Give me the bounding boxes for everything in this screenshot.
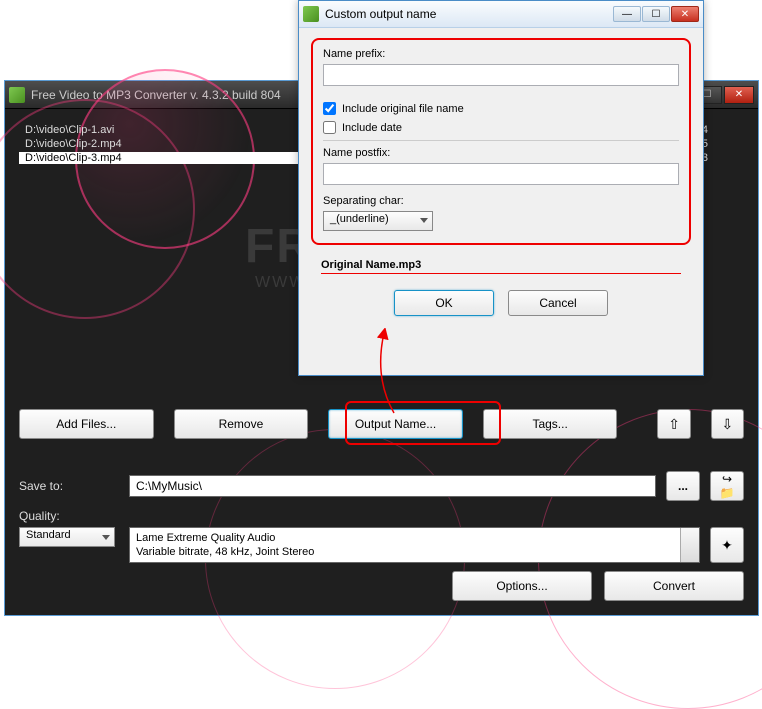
quality-select[interactable]: Standard (19, 527, 115, 547)
include-date-label: Include date (342, 122, 402, 134)
dialog-titlebar[interactable]: Custom output name — ☐ ✕ (299, 1, 703, 28)
ok-button[interactable]: OK (394, 290, 494, 316)
browse-button[interactable] (666, 471, 700, 501)
quality-preset-select[interactable]: Lame Extreme Quality Audio Variable bitr… (129, 527, 700, 563)
move-up-button[interactable] (657, 409, 690, 439)
wizard-button[interactable] (710, 527, 744, 563)
name-prefix-input[interactable] (323, 64, 679, 86)
sep-char-select[interactable]: _(underline) (323, 211, 433, 231)
name-postfix-input[interactable] (323, 163, 679, 185)
dialog-content: Name prefix: Include original file name … (299, 28, 703, 375)
dialog-maximize-button[interactable]: ☐ (642, 6, 670, 22)
bottom-row: Options... Convert (452, 571, 744, 601)
dialog-title: Custom output name (325, 7, 613, 21)
dialog-buttons: OK Cancel (311, 290, 691, 316)
remove-button[interactable]: Remove (174, 409, 309, 439)
sep-char-value: _(underline) (330, 213, 389, 225)
output-name-button[interactable]: Output Name... (328, 409, 463, 439)
open-folder-icon (719, 472, 735, 500)
open-folder-button[interactable] (710, 471, 744, 501)
annotation-underline (321, 273, 681, 274)
close-button[interactable]: ✕ (724, 86, 754, 104)
save-to-row: Save to: (19, 471, 744, 501)
include-original-label: Include original file name (342, 103, 464, 115)
quality-row: Quality: Standard Lame Extreme Quality A… (19, 509, 744, 563)
move-down-button[interactable] (711, 409, 744, 439)
arrow-down-icon (722, 416, 734, 433)
output-preview: Original Name.mp3 (321, 259, 691, 271)
separator (323, 140, 679, 141)
tags-button[interactable]: Tags... (483, 409, 618, 439)
include-original-checkbox[interactable] (323, 102, 336, 115)
app-icon (303, 6, 319, 22)
dialog-close-button[interactable]: ✕ (671, 6, 699, 22)
dialog-minimize-button[interactable]: — (613, 6, 641, 22)
quality-label: Quality: (19, 509, 119, 523)
quality-desc-line: Lame Extreme Quality Audio (136, 531, 693, 545)
arrow-up-icon (668, 416, 680, 433)
custom-output-name-dialog: Custom output name — ☐ ✕ Name prefix: In… (298, 0, 704, 376)
name-postfix-label: Name postfix: (323, 147, 679, 159)
save-to-label: Save to: (19, 479, 119, 493)
toolbar: Add Files... Remove Output Name... Tags.… (19, 409, 744, 439)
quality-selected-value: Standard (26, 529, 71, 541)
chevron-down-icon (686, 541, 694, 546)
dialog-group: Name prefix: Include original file name … (311, 38, 691, 245)
include-date-checkbox[interactable] (323, 121, 336, 134)
app-icon (9, 87, 25, 103)
sep-char-label: Separating char: (323, 195, 679, 207)
name-prefix-label: Name prefix: (323, 48, 679, 60)
add-files-button[interactable]: Add Files... (19, 409, 154, 439)
quality-desc-line: Variable bitrate, 48 kHz, Joint Stereo (136, 545, 693, 559)
save-to-input[interactable] (129, 475, 656, 497)
wand-icon (721, 537, 733, 554)
ellipsis-icon (678, 479, 688, 493)
convert-button[interactable]: Convert (604, 571, 744, 601)
options-button[interactable]: Options... (452, 571, 592, 601)
cancel-button[interactable]: Cancel (508, 290, 608, 316)
